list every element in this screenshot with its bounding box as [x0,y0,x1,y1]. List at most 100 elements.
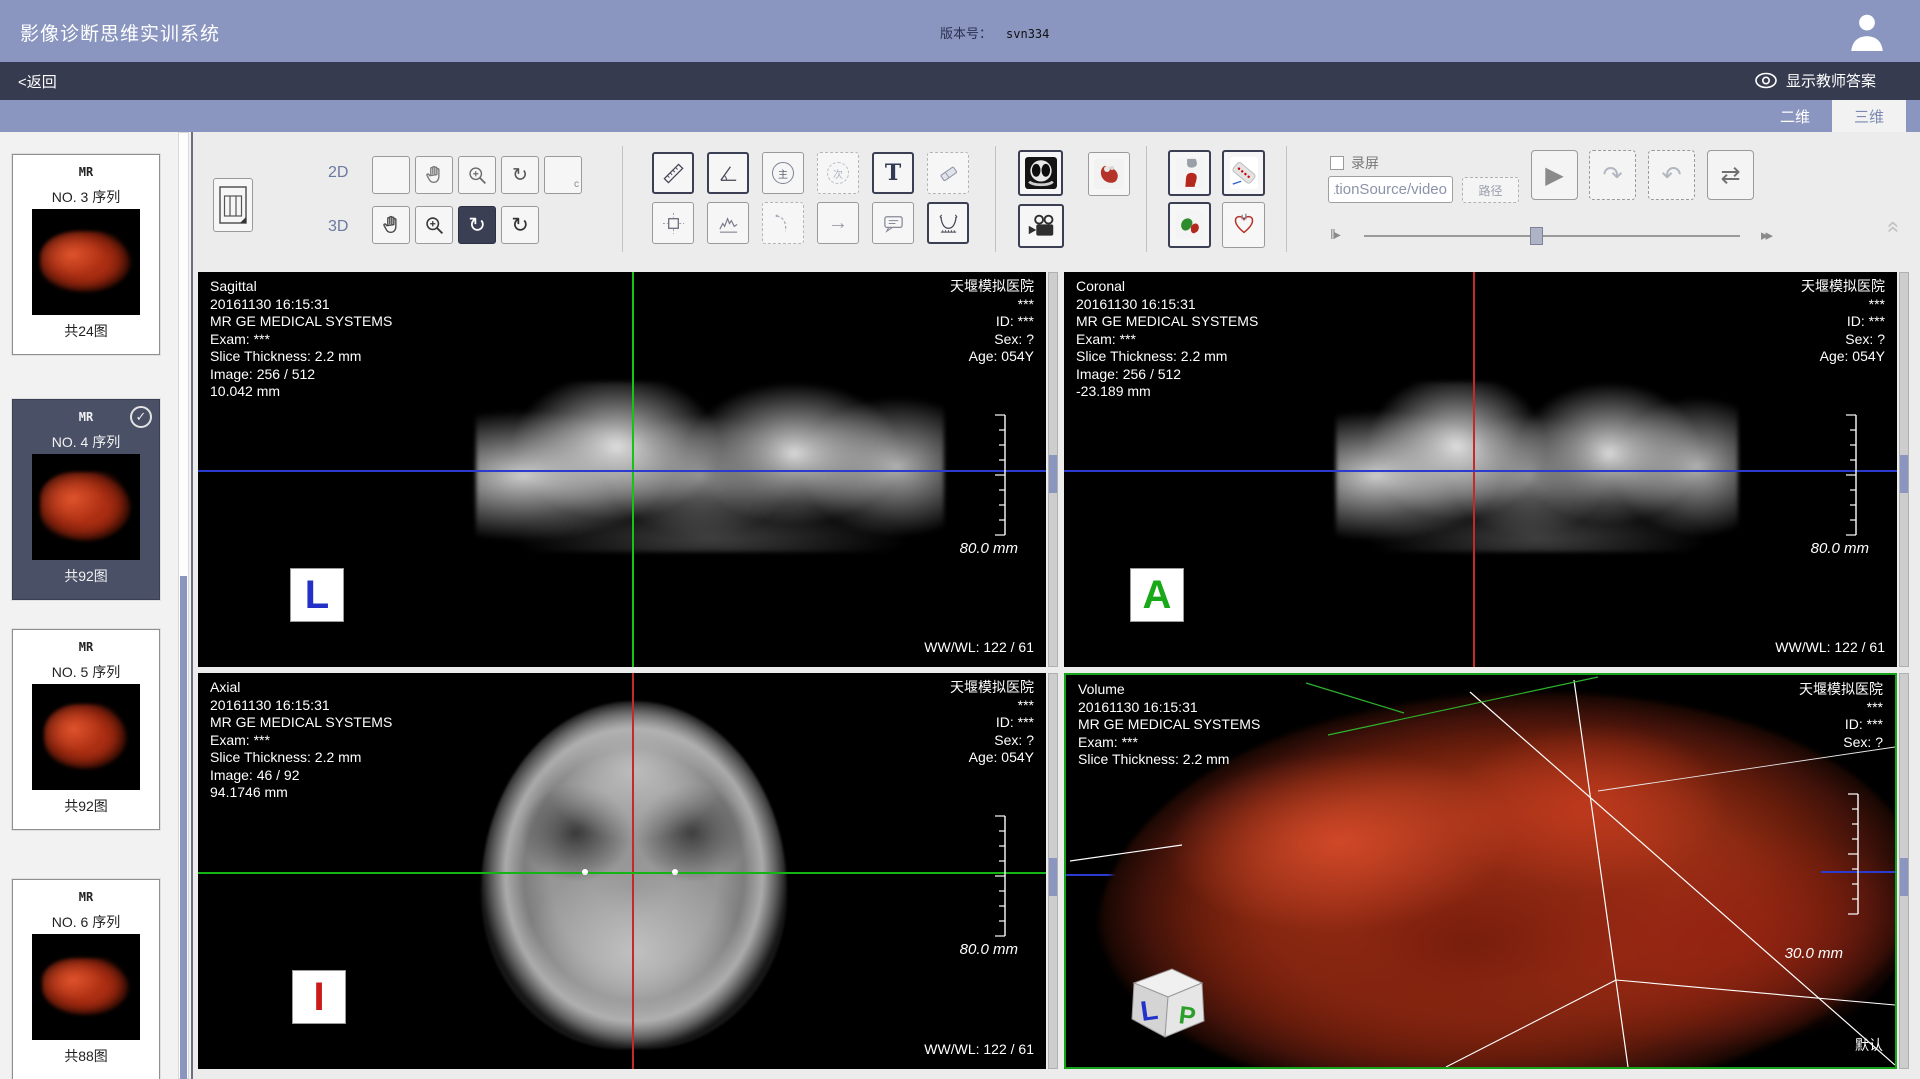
show-teacher-answer-button[interactable]: 显示教师答案 [1754,70,1876,91]
angle-measure-tool[interactable] [707,152,749,194]
organ-3d-preset-button[interactable] [1168,202,1211,248]
comment-icon [882,212,905,235]
scrollbar-thumb[interactable] [1049,858,1057,896]
path-button[interactable]: 路径 [1462,177,1519,203]
step-backward-icon[interactable]: ‖▸ [1330,226,1339,243]
viewport-coronal[interactable]: Coronal 20161130 16:15:31 MR GE MEDICAL … [1064,272,1897,667]
viewport-volume-3d[interactable]: Volume 20161130 16:15:31 MR GE MEDICAL S… [1064,673,1897,1069]
coronal-overlay-right: 天堰模拟医院 *** ID: *** Sex: ? Age: 054Y [1801,278,1885,366]
patient-id: ID: *** [950,313,1034,331]
invert-wwwl-2d-tool[interactable]: c [544,156,582,194]
primary-roi-tool[interactable]: 主 [762,152,804,194]
slice-position: 94.1746 mm [210,784,392,802]
series-card-3[interactable]: MR NO. 3 序列 共24图 [12,154,160,355]
patient-sex: Sex: ? [1799,734,1883,752]
arc-measure-tool[interactable] [762,202,804,244]
tab-3d[interactable]: 三维 [1832,100,1906,132]
eye-icon [1754,72,1778,89]
spine-icon [1230,157,1258,189]
secondary-roi-tool[interactable]: 次 [817,152,859,194]
pan-3d-tool[interactable] [372,206,410,244]
ruler-measure-tool[interactable] [652,152,694,194]
sagittal-crosshair-horizontal[interactable] [198,470,1046,472]
playback-slider-thumb[interactable] [1530,227,1543,245]
coronal-crosshair-horizontal[interactable] [1064,470,1897,472]
sagittal-slice-scrollbar[interactable] [1048,272,1058,667]
secondary-roi-icon: 次 [827,162,849,184]
rotate-2d-tool[interactable]: ↻ [501,156,539,194]
volume-preset-label[interactable]: 默认 [1855,1035,1883,1055]
record-screen-checkbox[interactable]: 录屏 [1330,153,1379,173]
volume-slice-scrollbar[interactable] [1899,673,1909,1069]
swap-direction-button[interactable]: ⇄ [1707,150,1754,200]
pan-2d-tool[interactable] [415,156,453,194]
orientation-cube[interactable]: L P [1122,953,1214,1045]
collapse-toolbar-icon[interactable]: « [1881,221,1907,233]
axial-slice-scrollbar[interactable] [1048,673,1058,1069]
rotate-left-icon: ↶ [1661,161,1681,190]
spine-preset-button[interactable] [1222,150,1265,196]
reset-3d-tool[interactable]: ↻ [501,206,539,244]
roi-box-tool[interactable] [652,202,694,244]
eraser-icon [937,162,960,185]
device-name: MR GE MEDICAL SYSTEMS [1076,313,1258,331]
lung-preset-button[interactable] [1018,150,1063,196]
hand-icon [380,214,402,236]
device-name: MR GE MEDICAL SYSTEMS [1078,716,1260,734]
wwwl-2d-tool[interactable] [372,156,410,194]
patient-sex: Sex: ? [950,331,1034,349]
text-annotation-tool[interactable]: T [872,152,914,194]
user-avatar-icon[interactable] [1846,9,1888,53]
patient-id: ID: *** [1801,313,1885,331]
fast-forward-icon[interactable]: ▸▸ [1761,226,1770,244]
sagittal-overlay-right: 天堰模拟医院 *** ID: *** Sex: ? Age: 054Y [950,278,1034,366]
image-index: Image: 256 / 512 [210,366,392,384]
video-path-input[interactable] [1328,176,1453,203]
series-card-4-selected[interactable]: MR ✓ NO. 4 序列 共92图 [12,399,160,600]
tab-2d[interactable]: 二维 [1760,100,1830,132]
viewport-axial[interactable]: Axial 20161130 16:15:31 MR GE MEDICAL SY… [198,673,1046,1069]
play-button[interactable]: ▶ [1531,150,1578,200]
eraser-tool[interactable] [927,152,969,194]
scrollbar-thumb[interactable] [1900,858,1908,896]
scrollbar-thumb[interactable] [1049,455,1057,493]
zoom-3d-tool[interactable] [415,206,453,244]
arrow-annotation-tool[interactable]: → [817,202,859,244]
rotate-3d-tool-selected[interactable]: ↻ [458,206,496,244]
scale-ruler [992,414,1006,536]
heart-3d-preset-button[interactable] [1222,202,1265,248]
heart-preset-button[interactable] [1088,152,1130,196]
sidebar-scrollbar-thumb[interactable] [180,576,187,1079]
playback-slider-track[interactable] [1364,235,1740,237]
rotate-left-button[interactable]: ↶ [1648,150,1695,200]
layout-selector-button[interactable] [213,178,253,232]
zoom-2d-tool[interactable] [458,156,496,194]
scale-label: 80.0 mm [1811,540,1869,557]
roi-box-icon [662,212,685,235]
axial-crosshair-vertical[interactable] [632,673,634,1069]
series-name: NO. 4 序列 [13,432,159,452]
knee-preset-button[interactable] [1168,150,1211,196]
scale-ruler [992,815,1006,937]
viewport-sagittal[interactable]: Sagittal 20161130 16:15:31 MR GE MEDICAL… [198,272,1046,667]
rotate-right-button[interactable]: ↷ [1589,150,1636,200]
coronal-slice-scrollbar[interactable] [1899,272,1909,667]
series-card-6[interactable]: MR NO. 6 序列 共88图 [12,879,160,1079]
profile-curve-tool[interactable] [707,202,749,244]
sidebar-scrollbar[interactable] [178,132,189,1079]
curve-length-tool[interactable] [927,202,969,244]
back-button[interactable]: <返回 [18,71,57,92]
patient-sex: Sex: ? [950,732,1034,750]
series-card-5[interactable]: MR NO. 5 序列 共92图 [12,629,160,830]
slice-position: 10.042 mm [210,383,392,401]
text-tool-icon: T [885,160,901,186]
image-marker-d ot [582,869,588,875]
scale-ruler [1843,414,1857,536]
axial-mr-image [481,701,787,1049]
scrollbar-thumb[interactable] [1900,455,1908,493]
series-name: NO. 5 序列 [13,662,159,682]
record-camera-button[interactable] [1018,204,1064,248]
comment-annotation-tool[interactable] [872,202,914,244]
cube-letter-back: P [1177,1001,1197,1031]
axial-crosshair-horizontal[interactable] [198,872,1046,874]
